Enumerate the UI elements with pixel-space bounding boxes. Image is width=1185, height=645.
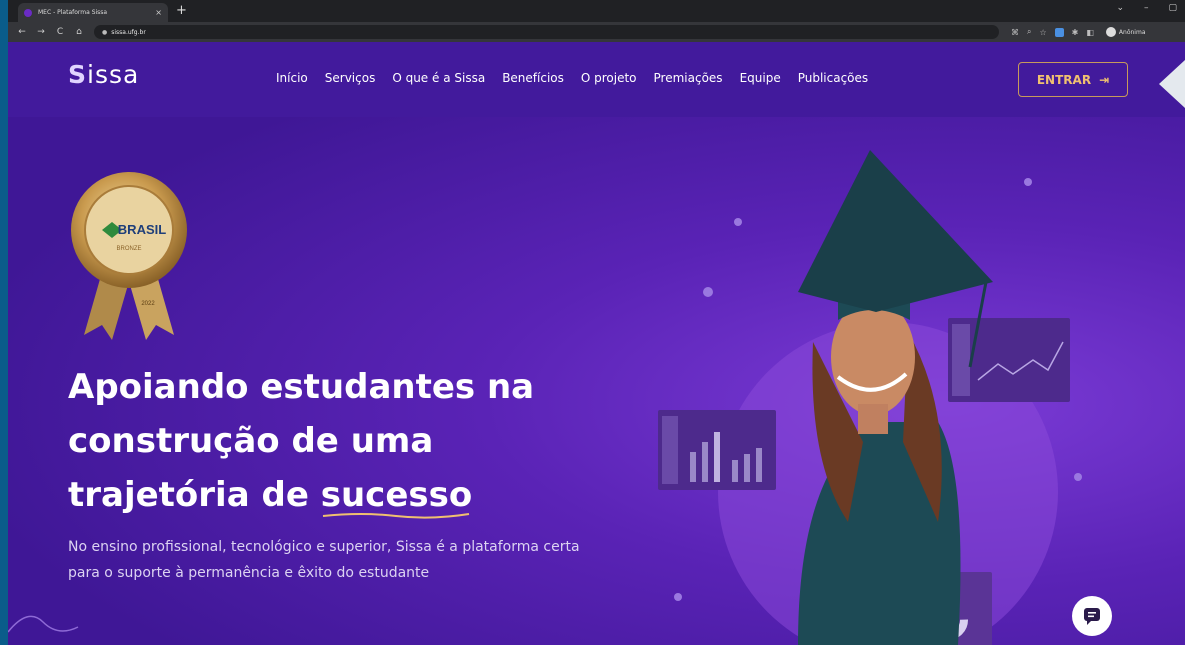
main-nav: Início Serviços O que é a Sissa Benefíci… xyxy=(276,71,868,85)
underline-squiggle xyxy=(322,513,469,519)
extension-icon[interactable] xyxy=(1054,27,1064,37)
back-icon[interactable]: ← xyxy=(17,27,27,37)
web-page: Sissa Início Serviços O que é a Sissa Be… xyxy=(8,42,1185,645)
line-chart-card xyxy=(948,318,1070,402)
nav-premiacoes[interactable]: Premiações xyxy=(654,71,723,85)
dot xyxy=(674,593,682,601)
hero-title: Apoiando estudantes na construção de uma… xyxy=(68,360,588,522)
sissa-logo[interactable]: Sissa xyxy=(68,60,139,89)
browser-tab-bar: MEC - Plataforma Sissa × + ⌄ – ▢ xyxy=(8,0,1185,22)
profile-button[interactable]: Anônima xyxy=(1105,27,1146,37)
side-panel-pointer xyxy=(1159,60,1185,108)
badge-country: BRASIL xyxy=(118,222,166,237)
logo-text: issa xyxy=(87,60,140,89)
entrar-button[interactable]: ENTRAR ⇥ xyxy=(1018,62,1128,97)
site-header: Sissa Início Serviços O que é a Sissa Be… xyxy=(8,42,1185,117)
hero-title-line1: Apoiando estudantes na xyxy=(68,367,535,407)
forward-icon[interactable]: → xyxy=(36,27,46,37)
hero-subtitle: No ensino profissional, tecnológico e su… xyxy=(68,539,580,581)
entrar-label: ENTRAR xyxy=(1036,72,1092,87)
hero-highlight-text: sucesso xyxy=(320,475,473,515)
award-badge: BRASIL BRONZE 2022 xyxy=(71,172,187,340)
sidepanel-icon[interactable]: ◧ xyxy=(1086,28,1094,37)
bar-chart-card xyxy=(658,410,776,490)
hero-title-line3: trajetória de xyxy=(68,475,321,515)
chat-icon xyxy=(1084,608,1100,625)
new-tab-button[interactable]: + xyxy=(176,4,187,18)
tab-title: MEC - Plataforma Sissa xyxy=(38,9,108,16)
toolbar-icons: ⌘ ⌕ ☆ ✱ ◧ Anônima xyxy=(1011,27,1146,37)
window-controls: ⌄ – ▢ xyxy=(1116,3,1177,13)
logo-mark: S xyxy=(68,60,88,89)
nav-inicio[interactable]: Início xyxy=(276,71,308,85)
nav-publicacoes[interactable]: Publicações xyxy=(798,71,868,85)
zoom-icon[interactable]: ⌕ xyxy=(1027,27,1031,37)
hero-highlight: sucesso xyxy=(320,468,473,522)
nav-o-projeto[interactable]: O projeto xyxy=(581,71,637,85)
hero-title-line2: construção de uma xyxy=(68,421,434,461)
nav-o-que-e-a-sissa[interactable]: O que é a Sissa xyxy=(392,71,485,85)
login-icon: ⇥ xyxy=(1099,72,1110,87)
dot xyxy=(734,218,742,226)
browser-toolbar: ← → C ⌂ ● sissa.ufg.br ⌘ ⌕ ☆ ✱ ◧ Anônima xyxy=(8,22,1185,42)
nav-equipe[interactable]: Equipe xyxy=(740,71,781,85)
tab-close-icon[interactable]: × xyxy=(155,8,162,17)
dot xyxy=(703,287,713,297)
lock-icon: ● xyxy=(102,28,108,36)
home-icon[interactable]: ⌂ xyxy=(74,27,84,37)
shortcut-icon[interactable]: ⌘ xyxy=(1011,28,1019,37)
profile-label: Anônima xyxy=(1118,28,1146,36)
nav-servicos[interactable]: Serviços xyxy=(325,71,376,85)
decorative-squiggle xyxy=(8,615,79,633)
dot xyxy=(1024,178,1032,186)
favicon-icon xyxy=(24,8,32,17)
chat-button[interactable] xyxy=(1072,596,1112,636)
badge-year: 2022 xyxy=(141,301,155,307)
dot xyxy=(1074,473,1082,481)
maximize-icon[interactable]: ▢ xyxy=(1168,3,1177,13)
avatar xyxy=(1105,27,1116,37)
nav-beneficios[interactable]: Benefícios xyxy=(502,71,564,85)
minimize-icon[interactable]: – xyxy=(1144,3,1149,13)
window-menu-icon[interactable]: ⌄ xyxy=(1116,3,1124,13)
puzzle-icon[interactable]: ✱ xyxy=(1072,28,1079,37)
url-text: sissa.ufg.br xyxy=(111,28,146,36)
badge-level: BRONZE xyxy=(116,246,141,252)
address-bar[interactable]: ● sissa.ufg.br xyxy=(94,25,999,39)
bookmark-star-icon[interactable]: ☆ xyxy=(1039,28,1046,37)
browser-tab[interactable]: MEC - Plataforma Sissa × xyxy=(18,3,168,22)
reload-icon[interactable]: C xyxy=(55,27,65,37)
hero-illustration xyxy=(658,150,1082,645)
